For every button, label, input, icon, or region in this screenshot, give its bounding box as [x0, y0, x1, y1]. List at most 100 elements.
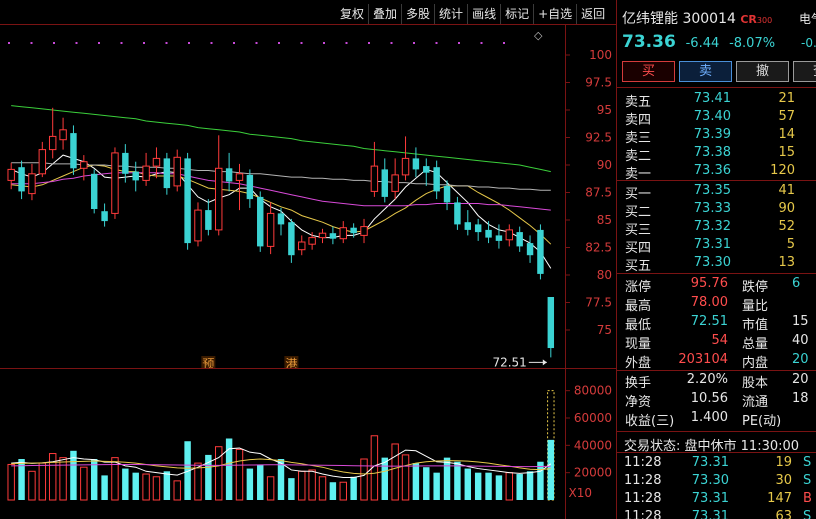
- reference-dot: [165, 42, 168, 44]
- volume-chart[interactable]: 20000 40000 60000 80000 X10: [0, 369, 616, 519]
- tick-side: S: [803, 455, 812, 470]
- cancel-order-button[interactable]: 撤: [736, 61, 789, 82]
- candle-body: [80, 161, 88, 169]
- sector-label[interactable]: 电气: [799, 10, 816, 27]
- order-book-volume: 5: [786, 237, 795, 252]
- stat-label: 流通: [742, 395, 769, 410]
- volume-bar: [485, 472, 492, 500]
- volume-bar: [173, 480, 181, 501]
- order-book-volume: 13: [778, 255, 795, 270]
- order-book-row[interactable]: 买三 73.32 52: [617, 218, 816, 238]
- volume-bar: [360, 458, 368, 501]
- tick-time: 11:28: [624, 509, 662, 519]
- stat-row: 换手 2.20% 股本 20: [617, 371, 816, 391]
- y-tick-label: 40000: [574, 438, 612, 452]
- stat-value: 54: [711, 333, 728, 348]
- order-book-row[interactable]: 卖四 73.40 57: [617, 108, 816, 128]
- volume-bar: [308, 469, 316, 501]
- toolbar-fuquan-button[interactable]: 复权: [336, 4, 368, 24]
- volume-bar: [401, 454, 410, 501]
- volume-bar: [7, 463, 15, 501]
- order-book-row[interactable]: 买五 73.30 13: [617, 254, 816, 274]
- volume-bar: [266, 476, 275, 501]
- buy-button[interactable]: 买: [622, 61, 675, 82]
- order-book-row[interactable]: 买二 73.33 90: [617, 200, 816, 220]
- cr-badge: CR: [740, 13, 757, 26]
- order-book-row[interactable]: 买一 73.35 41: [617, 182, 816, 202]
- candle-body: [246, 174, 254, 200]
- candle-body: [173, 156, 181, 187]
- order-book-row[interactable]: 卖二 73.38 15: [617, 144, 816, 164]
- candle-body: [381, 169, 388, 197]
- toolbar-mark-button[interactable]: 标记: [500, 4, 533, 24]
- toolbar-multistock-button[interactable]: 多股: [401, 4, 434, 24]
- sell-button[interactable]: 卖: [679, 61, 732, 82]
- query-button[interactable]: 查: [793, 61, 816, 82]
- reference-dot: [368, 42, 370, 44]
- volume-bar: [215, 446, 223, 501]
- order-book-row[interactable]: 卖三 73.39 14: [617, 126, 816, 146]
- stat-value: 20: [792, 372, 809, 387]
- volume-bar: [464, 468, 472, 500]
- toolbar-stats-button[interactable]: 统计: [434, 4, 467, 24]
- stat-label: 市值: [742, 318, 769, 333]
- order-book-volume: 120: [770, 163, 795, 178]
- y-tick-label: 77.5: [585, 296, 612, 310]
- y-tick-label: 90: [597, 158, 612, 172]
- toolbar-overlay-button[interactable]: 叠加: [368, 4, 401, 24]
- order-book-row[interactable]: 买四 73.31 5: [617, 236, 816, 256]
- tick-qty: 147: [767, 491, 792, 506]
- event-marker-label: 港: [285, 357, 297, 368]
- reference-dot: [323, 42, 325, 44]
- price-change-pct: -8.07%: [729, 36, 776, 51]
- volume-bar: [454, 461, 461, 500]
- stat-row: 最高 78.00 量比: [617, 294, 816, 314]
- order-book-row[interactable]: 卖五 73.41 21: [617, 90, 816, 110]
- candle-body: [412, 158, 420, 170]
- volume-bar: [257, 464, 264, 500]
- y-tick-label: 95: [597, 103, 612, 117]
- order-book-price: 73.30: [693, 255, 731, 270]
- candle-body: [454, 202, 461, 225]
- reference-dot: [120, 42, 123, 44]
- order-book-volume: 57: [778, 109, 795, 124]
- candlestick-chart[interactable]: ◇ 75 77.5 80 82.5 85 87.5 90 92.5 95 97.5 100 72.51 预…: [0, 25, 616, 368]
- stat-row: 最低 72.51 市值 15: [617, 313, 816, 333]
- volume-bar: [152, 476, 161, 501]
- toolbar-back-button[interactable]: 返回: [576, 4, 609, 24]
- candle-body: [184, 158, 191, 244]
- volume-bar: [225, 438, 233, 500]
- tick-time: 11:28: [624, 491, 662, 506]
- order-book-price: 73.39: [693, 127, 731, 142]
- volume-bar: [547, 439, 555, 500]
- volume-bar: [443, 457, 451, 500]
- candle-body: [443, 185, 451, 203]
- candle-body: [235, 173, 244, 181]
- stat-row: 净资 10.56 流通 18: [617, 390, 816, 410]
- divider: [617, 180, 816, 181]
- candle-body: [225, 168, 233, 182]
- reference-dot: [255, 42, 258, 44]
- volume-bar: [142, 473, 150, 501]
- toolbar-draw-button[interactable]: 画线: [467, 4, 500, 24]
- divider: [617, 87, 816, 88]
- order-book-row[interactable]: 卖一 73.36 120: [617, 162, 816, 182]
- order-book-volume: 52: [778, 219, 795, 234]
- volume-bar: [350, 476, 357, 500]
- divider: [617, 431, 816, 432]
- y-tick-label: 75: [597, 323, 612, 337]
- sector-change: -0.: [801, 36, 816, 50]
- divider: [617, 273, 816, 274]
- order-book-volume: 90: [778, 201, 795, 216]
- volume-bar: [163, 471, 171, 500]
- tick-side: S: [803, 509, 812, 519]
- candle-body: [329, 233, 337, 239]
- candle-body: [433, 167, 440, 192]
- stat-value: 72.51: [690, 314, 728, 329]
- candle-body: [350, 227, 357, 234]
- tick-qty: 30: [775, 473, 792, 488]
- y-tick-label: 97.5: [585, 76, 612, 90]
- toolbar-add-watchlist-button[interactable]: +自选: [533, 4, 576, 24]
- reference-dot: [278, 42, 280, 44]
- order-book-price: 73.32: [693, 219, 731, 234]
